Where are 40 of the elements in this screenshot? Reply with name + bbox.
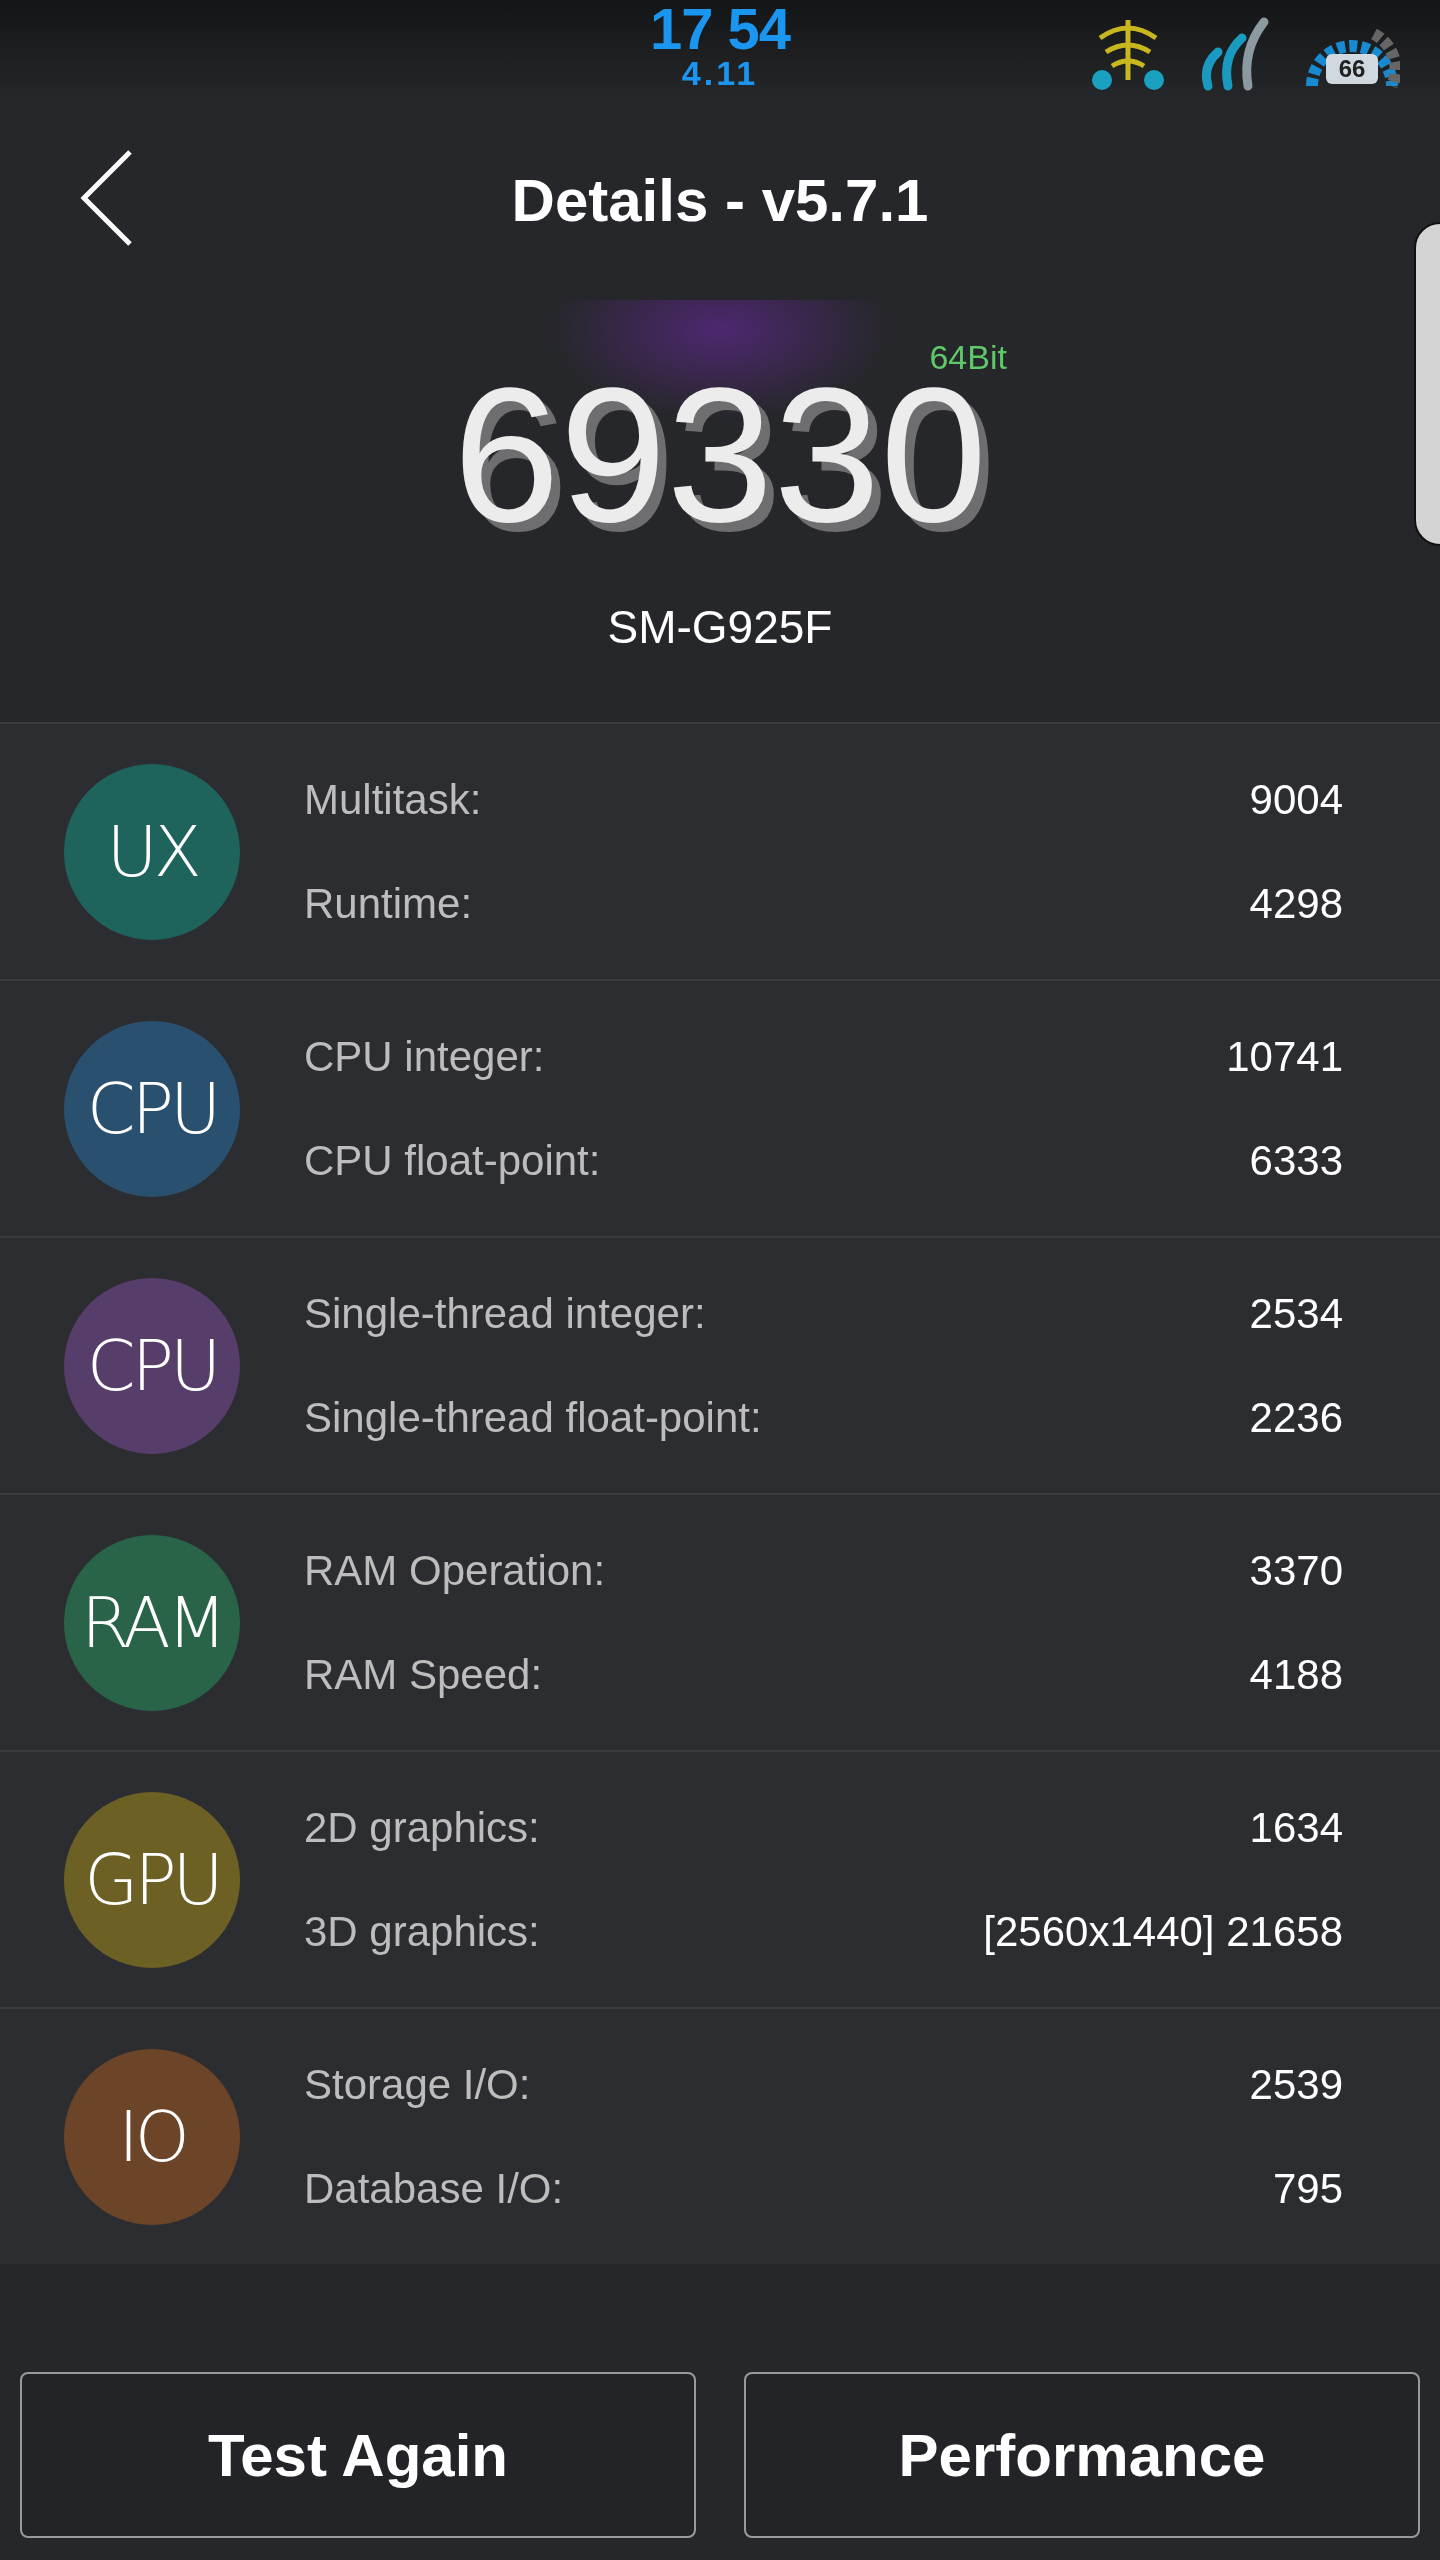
metric-value: 3370 — [1249, 1545, 1343, 1596]
category-badge: RAM — [64, 1534, 240, 1711]
page-title: Details - v5.7.1 — [511, 165, 929, 235]
metric-label: CPU float-point: — [304, 1135, 601, 1186]
category-badge: IO — [64, 2048, 240, 2225]
clock-date: 4.11 — [681, 58, 759, 88]
metric-value: 1634 — [1249, 1802, 1343, 1853]
metric-label: RAM Speed: — [304, 1649, 543, 1700]
metric-value: [2560x1440] 21658 — [983, 1906, 1343, 1957]
metric-label: RAM Operation: — [304, 1545, 606, 1596]
metric-value: 6333 — [1249, 1135, 1343, 1186]
clock-time: 17 54 — [649, 0, 791, 58]
total-score: 69330 — [453, 380, 987, 530]
metric-value: 2539 — [1249, 2059, 1343, 2110]
metric-label: CPU integer: — [304, 1031, 545, 1082]
bit-label: 64Bit — [929, 338, 1007, 376]
metric-label: Database I/O: — [304, 2163, 564, 2214]
metric-value: 10741 — [1226, 1031, 1343, 1082]
metric-label: 2D graphics: — [304, 1802, 540, 1853]
action-button[interactable]: Performance — [744, 2372, 1420, 2538]
metric-value: 2534 — [1249, 1288, 1343, 1339]
metric-value: 4298 — [1249, 878, 1343, 929]
metric-label: 3D graphics: — [304, 1906, 540, 1957]
category-badge: CPU — [64, 1020, 240, 1197]
category-badge: GPU — [64, 1791, 240, 1968]
metric-label: Single-thread integer: — [304, 1288, 706, 1339]
category-badge: CPU — [64, 1277, 240, 1454]
battery-level: 66 — [1326, 54, 1378, 84]
metric-label: Runtime: — [304, 878, 473, 929]
metric-value: 795 — [1272, 2163, 1343, 2214]
device-model: SM-G925F — [607, 600, 833, 654]
metric-label: Storage I/O: — [304, 2059, 531, 2110]
category-badge: UX — [64, 763, 240, 940]
metric-label: Single-thread float-point: — [304, 1392, 762, 1443]
metric-value: 9004 — [1249, 774, 1343, 825]
metric-value: 4188 — [1249, 1649, 1343, 1700]
back-icon[interactable] — [78, 148, 134, 248]
metric-label: Multitask: — [304, 774, 482, 825]
metric-value: 2236 — [1249, 1392, 1343, 1443]
action-button[interactable]: Test Again — [20, 2372, 696, 2538]
